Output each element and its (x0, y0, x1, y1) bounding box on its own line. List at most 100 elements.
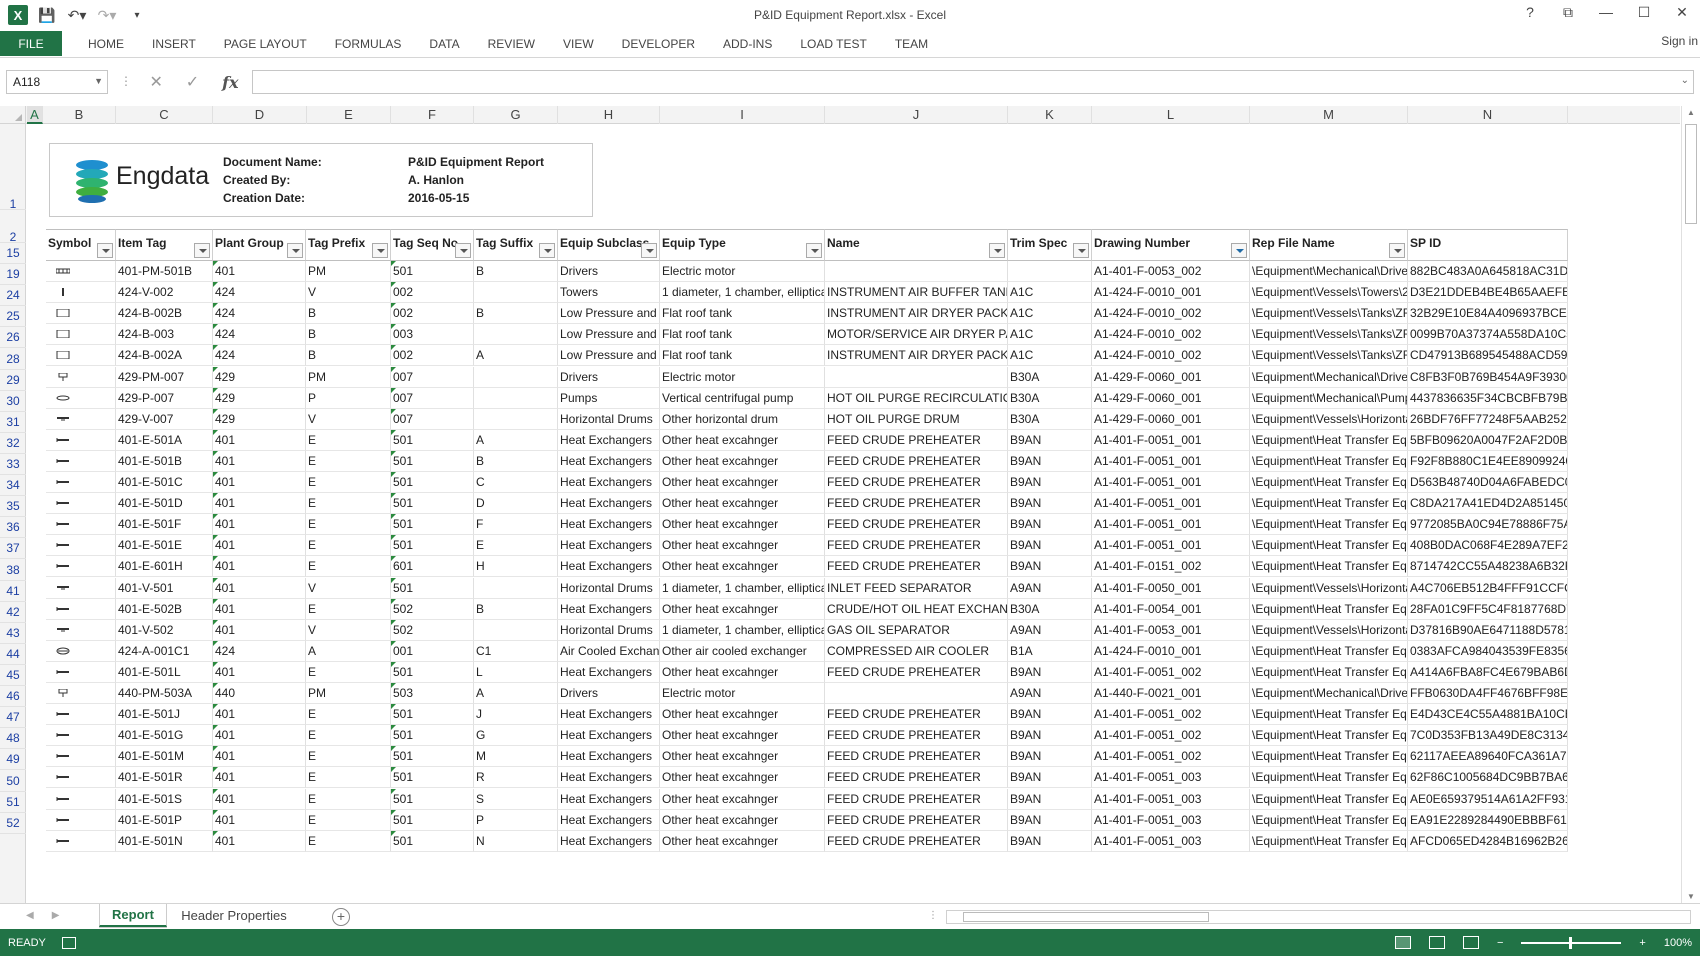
row-header[interactable]: 30 (0, 391, 26, 412)
cell-rep-file-name[interactable]: \Equipment\Heat Transfer Equip (1250, 767, 1408, 789)
cell-rep-file-name[interactable]: \Equipment\Heat Transfer Equip (1250, 598, 1408, 620)
cell-equip-type[interactable]: 1 diameter, 1 chamber, elliptical (660, 619, 825, 641)
symbol-cell[interactable] (46, 493, 116, 515)
filter-dropdown-icon[interactable] (539, 243, 555, 258)
cell-sp-id[interactable]: AFCD065ED4284B16962B262 (1408, 830, 1568, 852)
cell-name[interactable]: INSTRUMENT AIR BUFFER TANK (825, 282, 1008, 304)
cell-equip-subclass[interactable]: Heat Exchangers (558, 704, 660, 726)
cell-item-tag[interactable]: 401-E-501S (116, 788, 213, 810)
cell-drawing-number[interactable]: A1-429-F-0060_001 (1092, 408, 1250, 430)
horizontal-scrollbar[interactable] (946, 910, 1691, 924)
cell-drawing-number[interactable]: A1-424-F-0010_001 (1092, 282, 1250, 304)
cell-sp-id[interactable]: A414A6FBA8FC4E679BAB6D (1408, 661, 1568, 683)
row-header[interactable]: 15 (0, 243, 26, 265)
cell-rep-file-name[interactable]: \Equipment\Heat Transfer Equip (1250, 472, 1408, 493)
symbol-cell[interactable] (46, 704, 116, 726)
symbol-cell[interactable] (46, 556, 116, 578)
column-header-h[interactable]: H (558, 106, 660, 124)
cell-rep-file-name[interactable]: \Equipment\Heat Transfer Equip (1250, 514, 1408, 536)
symbol-cell[interactable] (46, 577, 116, 599)
row-header[interactable]: 32 (0, 433, 26, 454)
cell-rep-file-name[interactable]: \Equipment\Heat Transfer Equip (1250, 640, 1408, 662)
cell-tag-prefix[interactable]: E (306, 514, 391, 536)
macro-record-icon[interactable] (61, 936, 76, 949)
cell-equip-type[interactable]: Flat roof tank (660, 303, 825, 325)
cell-item-tag[interactable]: 429-V-007 (116, 408, 213, 430)
cell-drawing-number[interactable]: A1-401-F-0051_003 (1092, 830, 1250, 852)
cell-plant-group[interactable]: 401 (213, 535, 306, 557)
cell-equip-subclass[interactable]: Heat Exchangers (558, 830, 660, 852)
cell-tag-seq-no[interactable]: 501 (391, 535, 474, 557)
cell-tag-seq-no[interactable]: 501 (391, 429, 474, 451)
cell-equip-type[interactable]: Other heat excahnger (660, 493, 825, 515)
cell-sp-id[interactable]: F92F8B880C1E4EE89099240I (1408, 450, 1568, 472)
cell-sp-id[interactable]: CD47913B689545488ACD59I (1408, 345, 1568, 367)
zoom-out-icon[interactable]: − (1497, 937, 1503, 949)
cell-equip-type[interactable]: Other heat excahnger (660, 429, 825, 451)
cell-tag-seq-no[interactable]: 501 (391, 788, 474, 810)
zoom-slider[interactable] (1521, 936, 1622, 949)
tab-view[interactable]: VIEW (549, 31, 608, 57)
cell-rep-file-name[interactable]: \Equipment\Vessels\Towers\2to (1250, 282, 1408, 304)
cell-drawing-number[interactable]: A1-424-F-0010_002 (1092, 345, 1250, 367)
help-icon[interactable]: ? (1520, 4, 1540, 21)
cell-rep-file-name[interactable]: \Equipment\Vessels\Tanks\ZR_F (1250, 324, 1408, 346)
cell-sp-id[interactable]: D37816B90AE6471188D5781 (1408, 619, 1568, 641)
cell-trim-spec[interactable]: B9AN (1008, 809, 1092, 831)
cell-tag-suffix[interactable]: P (474, 809, 558, 831)
cell-plant-group[interactable]: 424 (213, 303, 306, 325)
row-header[interactable]: 1 (0, 124, 26, 211)
name-box[interactable]: A118 ▼ (6, 70, 108, 94)
symbol-cell[interactable] (46, 366, 116, 388)
cell-rep-file-name[interactable]: \Equipment\Heat Transfer Equip (1250, 429, 1408, 451)
cell-equip-subclass[interactable]: Low Pressure and Atm (558, 345, 660, 367)
column-header-d[interactable]: D (213, 106, 307, 124)
page-layout-view-icon[interactable] (1428, 936, 1445, 949)
cell-trim-spec[interactable]: B9AN (1008, 429, 1092, 451)
cell-sp-id[interactable]: 8714742CC55A48238A6B32F (1408, 556, 1568, 578)
cell-equip-subclass[interactable]: Heat Exchangers (558, 535, 660, 557)
cell-tag-seq-no[interactable]: 001 (391, 640, 474, 662)
cell-sp-id[interactable]: 408B0DAC068F4E289A7EF2E (1408, 535, 1568, 557)
zoom-in-icon[interactable]: + (1639, 937, 1645, 949)
excel-logo-icon[interactable]: X (8, 5, 28, 25)
cell-sp-id[interactable]: 7C0D353FB13A49DE8C3134E (1408, 725, 1568, 747)
cell-trim-spec[interactable]: B9AN (1008, 493, 1092, 515)
cell-rep-file-name[interactable]: \Equipment\Heat Transfer Equip (1250, 830, 1408, 852)
column-header-i[interactable]: I (660, 106, 825, 124)
symbol-cell[interactable] (46, 408, 116, 430)
cell-tag-prefix[interactable]: E (306, 450, 391, 472)
cell-tag-prefix[interactable]: PM (306, 366, 391, 388)
filter-dropdown-icon[interactable] (806, 243, 822, 258)
cell-equip-type[interactable]: Other heat excahnger (660, 598, 825, 620)
cell-item-tag[interactable]: 401-E-502B (116, 598, 213, 620)
cell-item-tag[interactable]: 401-V-501 (116, 577, 213, 599)
tab-file[interactable]: FILE (0, 31, 62, 56)
cell-equip-type[interactable]: Other heat excahnger (660, 788, 825, 810)
zoom-level[interactable]: 100% (1664, 937, 1692, 949)
cell-plant-group[interactable]: 401 (213, 429, 306, 451)
cell-tag-suffix[interactable] (474, 408, 558, 430)
cell-equip-type[interactable]: Flat roof tank (660, 324, 825, 346)
cell-item-tag[interactable]: 401-E-501F (116, 514, 213, 536)
row-header[interactable]: 38 (0, 560, 26, 581)
cell-drawing-number[interactable]: A1-401-F-0151_002 (1092, 556, 1250, 578)
cell-item-tag[interactable]: 401-E-501G (116, 725, 213, 747)
column-header-a[interactable]: A (27, 106, 43, 124)
cell-drawing-number[interactable]: A1-401-F-0051_001 (1092, 493, 1250, 515)
cell-sp-id[interactable]: AE0E659379514A61A2FF931 (1408, 788, 1568, 810)
cell-tag-suffix[interactable] (474, 324, 558, 346)
undo-icon[interactable]: ↶▾ (66, 7, 88, 24)
cell-item-tag[interactable]: 424-B-003 (116, 324, 213, 346)
cell-tag-prefix[interactable]: V (306, 619, 391, 641)
cell-equip-subclass[interactable]: Heat Exchangers (558, 556, 660, 578)
cell-equip-type[interactable]: Other heat excahnger (660, 472, 825, 493)
cell-tag-seq-no[interactable]: 501 (391, 809, 474, 831)
symbol-cell[interactable] (46, 303, 116, 325)
row-header[interactable]: 48 (0, 728, 26, 750)
cell-tag-prefix[interactable]: V (306, 282, 391, 304)
row-header[interactable]: 33 (0, 454, 26, 476)
cell-sp-id[interactable]: 4437836635F34CBCBFB79BE (1408, 387, 1568, 409)
cell-tag-prefix[interactable]: E (306, 535, 391, 557)
cell-drawing-number[interactable]: A1-401-F-0051_003 (1092, 767, 1250, 789)
